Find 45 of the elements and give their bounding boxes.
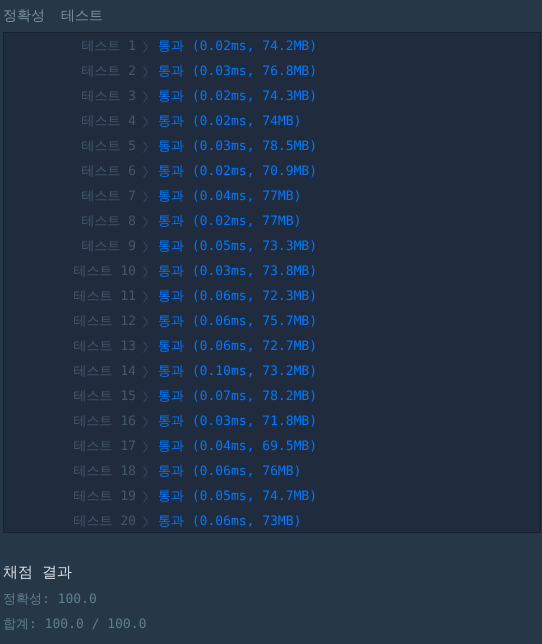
test-status: 통과 (0.02ms, 70.9MB) <box>158 162 318 181</box>
chevron-icon <box>143 140 148 152</box>
test-status: 통과 (0.02ms, 77MB) <box>158 212 302 231</box>
test-status: 통과 (0.10ms, 73.2MB) <box>158 362 318 381</box>
test-status: 통과 (0.06ms, 76MB) <box>158 462 302 481</box>
chevron-icon <box>143 440 148 452</box>
chevron-icon <box>143 90 148 102</box>
chevron-icon <box>143 466 148 478</box>
summary-title: 채점 결과 <box>3 562 74 583</box>
test-status: 통과 (0.03ms, 76.8MB) <box>158 62 318 81</box>
test-status: 통과 (0.02ms, 74MB) <box>158 112 302 131</box>
test-status: 통과 (0.04ms, 77MB) <box>158 188 302 206</box>
tab-label: 테스트 <box>61 6 103 26</box>
test-status: 통과 (0.02ms, 74.2MB) <box>158 38 318 56</box>
chevron-icon <box>143 266 148 278</box>
chevron-icon <box>143 40 148 52</box>
chevron-icon <box>143 340 148 352</box>
summary-line: 정확성: 100.0 <box>3 591 98 609</box>
chevron-icon <box>143 516 148 528</box>
chevron-icon <box>143 290 148 302</box>
test-status: 통과 (0.07ms, 78.2MB) <box>158 388 318 406</box>
chevron-icon <box>143 216 148 228</box>
test-status: 통과 (0.03ms, 71.8MB) <box>158 412 318 431</box>
test-status: 통과 (0.03ms, 73.8MB) <box>158 262 318 281</box>
summary-line: 합계: 100.0 / 100.0 <box>3 616 148 634</box>
chevron-icon <box>143 190 148 202</box>
test-status: 통과 (0.06ms, 73MB) <box>158 512 302 531</box>
test-status: 통과 (0.06ms, 72.3MB) <box>158 288 318 306</box>
chevron-icon <box>143 490 148 502</box>
chevron-icon <box>143 316 148 328</box>
chevron-icon <box>143 66 148 78</box>
test-status: 통과 (0.05ms, 73.3MB) <box>158 238 318 256</box>
test-status: 통과 (0.06ms, 72.7MB) <box>158 338 318 356</box>
tab-label: 정확성 <box>3 6 45 26</box>
chevron-icon <box>143 366 148 378</box>
test-status: 통과 (0.04ms, 69.5MB) <box>158 438 318 456</box>
chevron-icon <box>143 416 148 428</box>
chevron-icon <box>143 240 148 252</box>
test-status: 통과 (0.06ms, 75.7MB) <box>158 312 318 331</box>
chevron-icon <box>143 116 148 128</box>
test-status: 통과 (0.05ms, 74.7MB) <box>158 488 318 506</box>
test-status: 통과 (0.03ms, 78.5MB) <box>158 138 318 156</box>
test-status: 통과 (0.02ms, 74.3MB) <box>158 88 318 106</box>
chevron-icon <box>143 390 148 402</box>
chevron-icon <box>143 166 148 178</box>
